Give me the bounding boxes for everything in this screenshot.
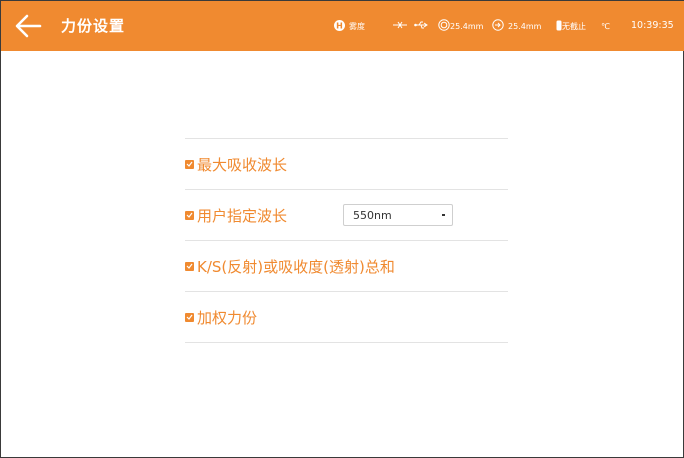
back-button[interactable] (13, 12, 43, 40)
mode-text: 雾度 (349, 21, 365, 31)
light-indicator (393, 1, 407, 51)
svg-text:H: H (336, 21, 343, 30)
settings-list: 最大吸收波长 用户指定波长 550nm K/S(反射)或吸收度(透射)总和 加权… (185, 138, 508, 343)
lens-icon (492, 19, 504, 33)
list-item-user-wavelength[interactable]: 用户指定波长 550nm (185, 189, 508, 240)
item-label: K/S(反射)或吸收度(透射)总和 (197, 257, 395, 276)
aperture-value: 25.4mm (450, 21, 484, 31)
checkbox[interactable] (185, 210, 194, 220)
wavelength-value: 550nm (353, 208, 392, 222)
lens-value: 25.4mm (508, 21, 542, 31)
aperture-indicator: 25.4mm (438, 1, 483, 51)
check-icon (186, 161, 193, 167)
item-label: 用户指定波长 (197, 206, 288, 225)
checkbox[interactable] (185, 312, 194, 322)
item-label: 加权力份 (197, 308, 258, 327)
list-item-ks-sum[interactable]: K/S(反射)或吸收度(透射)总和 (185, 240, 508, 291)
trap-text: 无截止 (562, 21, 586, 31)
h-badge-icon: H (334, 19, 345, 33)
check-icon (186, 314, 193, 320)
top-bar: 力份设置 H 雾度 25.4mm 25.4mm 无截止 ℃ 10:39:35 (1, 1, 684, 51)
temperature-unit: ℃ (601, 21, 610, 31)
arrow-left-icon (15, 14, 42, 38)
list-item-weighted-strength[interactable]: 加权力份 (185, 291, 508, 343)
dropdown-caret-icon (442, 214, 445, 216)
usb-icon (414, 20, 429, 32)
light-path-icon (393, 20, 407, 32)
check-icon (186, 212, 193, 218)
clock: 10:39:35 (631, 20, 674, 31)
checkbox[interactable] (185, 159, 194, 169)
temperature-indicator: ℃ (601, 1, 610, 51)
aperture-icon (438, 19, 450, 33)
usb-indicator (414, 1, 429, 51)
trap-indicator: 无截止 (556, 1, 586, 51)
mode-indicator: H 雾度 (334, 1, 365, 51)
item-label: 最大吸收波长 (197, 155, 288, 174)
wavelength-select[interactable]: 550nm (343, 204, 453, 226)
page-title: 力份设置 (61, 17, 126, 35)
lens-indicator: 25.4mm (492, 1, 541, 51)
checkbox[interactable] (185, 261, 194, 271)
list-item-max-absorption[interactable]: 最大吸收波长 (185, 138, 508, 189)
check-icon (186, 263, 193, 269)
app-window: 力份设置 H 雾度 25.4mm 25.4mm 无截止 ℃ 10:39:35 最… (0, 0, 684, 458)
